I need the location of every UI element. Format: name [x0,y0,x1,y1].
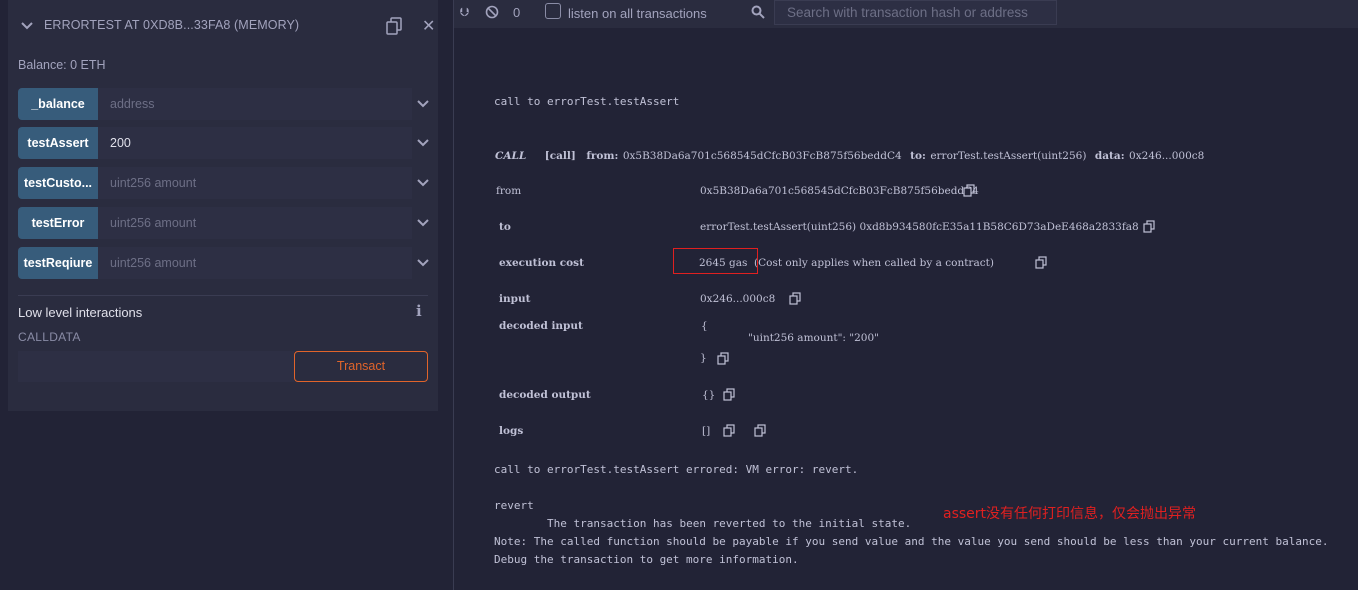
function-row-testcustom: testCusto... uint256 amount [18,167,438,199]
from-value: 0x5B38Da6a701c568545dCfcB03FcB875f56bedd… [700,185,979,197]
listen-checkbox[interactable] [545,3,561,19]
function-row-testreqiure: testReqiure uint256 amount [18,247,438,279]
call-summary-line[interactable]: CALL [call] from: 0x5B38Da6a701c568545dC… [495,146,1204,164]
to-value: errorTest.testAssert(uint256) 0xd8b93458… [700,221,1139,233]
deployed-contracts-panel: ERRORTEST AT 0XD8B...33FA8 (MEMORY) ✕ Ba… [0,0,453,590]
execution-cost-note: (Cost only applies when called by a cont… [754,257,994,269]
contract-instance-card: ERRORTEST AT 0XD8B...33FA8 (MEMORY) ✕ Ba… [8,0,438,411]
function-button-testassert[interactable]: testAssert [18,127,98,159]
calldata-input[interactable] [18,351,294,382]
contract-header[interactable]: ERRORTEST AT 0XD8B...33FA8 (MEMORY) ✕ [8,10,438,42]
search-input[interactable]: Search with transaction hash or address [774,0,1057,25]
function-input-testerror[interactable]: uint256 amount [98,207,412,239]
terminal-toolbar: ⮋ 0 listen on all transactions Search wi… [454,0,1358,28]
decoded-input-body: "uint256 amount": "200" [748,332,879,344]
transact-button[interactable]: Transact [294,351,428,382]
function-input-testreqiure[interactable]: uint256 amount [98,247,412,279]
execution-cost-key: execution cost [499,257,584,269]
function-input-testassert[interactable]: 200 [98,127,412,159]
to-key: to [499,221,511,233]
reverted-message: The transaction has been reverted to the… [547,517,912,530]
chevron-down-icon[interactable] [416,97,430,111]
call-data-value: 0x246...000c8 [1129,150,1205,162]
contract-title: ERRORTEST AT 0XD8B...33FA8 (MEMORY) [44,18,300,32]
copy-icon[interactable] [723,388,735,401]
copy-icon[interactable] [963,184,975,197]
function-row-testerror: testError uint256 amount [18,207,438,239]
logs-key: logs [499,425,524,437]
function-button-testcustom[interactable]: testCusto... [18,167,98,199]
call-from-value: 0x5B38Da6a701c568545dCfcB03FcB875f56bedd… [622,150,902,162]
errored-line: call to errorTest.testAssert errored: VM… [494,463,859,476]
chevron-down-icon[interactable] [416,176,430,190]
chevron-down-icon[interactable] [416,256,430,270]
terminal-panel: ⮋ 0 listen on all transactions Search wi… [454,0,1358,590]
pending-tx-count: 0 [513,5,521,20]
call-bracket: [call] [544,150,576,162]
info-icon[interactable]: i [416,302,422,320]
copy-icon[interactable] [386,17,402,35]
divider [18,295,428,296]
copy-icon[interactable] [1143,220,1155,233]
input-value: 0x246...000c8 [700,293,776,305]
function-button-balance[interactable]: _balance [18,88,98,120]
decoded-input-close: } [700,352,707,364]
contract-balance: Balance: 0 ETH [18,58,106,72]
function-input-balance[interactable]: address [98,88,412,120]
decoded-output-value: {} [702,389,716,401]
copy-icon[interactable] [789,292,801,305]
search-icon [751,5,765,19]
highlight-annotation-box [673,248,758,274]
chevron-down-icon[interactable] [416,216,430,230]
function-row-testassert: testAssert 200 [18,127,438,159]
copy-icon[interactable] [754,424,766,437]
function-button-testreqiure[interactable]: testReqiure [18,247,98,279]
call-data-key: data: [1094,150,1125,162]
copy-icon[interactable] [723,424,735,437]
call-to-value: errorTest.testAssert(uint256) [930,150,1087,162]
function-button-testerror[interactable]: testError [18,207,98,239]
from-key: from [496,185,522,197]
call-to-line: call to errorTest.testAssert [494,95,680,108]
function-input-testcustom[interactable]: uint256 amount [98,167,412,199]
logs-value: [] [702,425,711,437]
close-icon[interactable]: ✕ [422,16,435,36]
call-kind: CALL [495,150,527,162]
calldata-label: CALLDATA [18,330,81,344]
function-row-balance: _balance address [18,88,438,120]
double-chevron-down-icon[interactable]: ⮋ [460,5,469,20]
clear-console-icon[interactable] [485,5,499,19]
input-key: input [499,293,531,305]
call-from-key: from: [586,150,619,162]
chevron-down-icon[interactable] [20,19,34,33]
call-to-key: to: [910,150,926,162]
chevron-down-icon[interactable] [416,136,430,150]
low-level-title: Low level interactions [18,305,143,320]
decoded-output-key: decoded output [499,389,591,401]
copy-icon[interactable] [1035,256,1047,269]
copy-icon[interactable] [717,352,729,365]
listen-label[interactable]: listen on all transactions [568,6,707,21]
revert-line: revert [494,499,534,512]
annotation-text: assert没有任何打印信息，仅会抛出异常 [943,506,1197,522]
debug-line: Debug the transaction to get more inform… [494,553,799,566]
note-line: Note: The called function should be paya… [494,535,1329,548]
decoded-input-open: { [701,320,708,332]
decoded-input-key: decoded input [499,320,583,332]
